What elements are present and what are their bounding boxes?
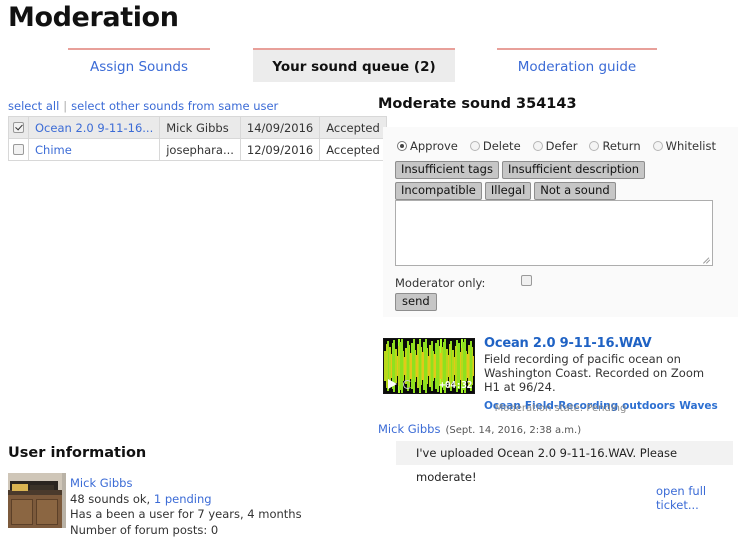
row-date: 12/09/2016 (239, 138, 321, 161)
sound-title-link[interactable]: Ocean 2.0 9-11-16.WAV (484, 336, 734, 351)
row-checkbox-cell[interactable] (8, 116, 29, 139)
tab-assign-sounds[interactable]: Assign Sounds (68, 48, 210, 82)
row-user: Mick Gibbs (159, 116, 241, 139)
radio-defer-label: Defer (545, 139, 578, 153)
duration-label: +04:32 (439, 380, 472, 391)
send-button[interactable]: send (395, 293, 437, 311)
page-title: Moderation (8, 2, 179, 33)
reason-incompatible-button[interactable]: Incompatible (395, 182, 482, 200)
radio-whitelist-label: Whitelist (665, 139, 716, 153)
ticket-message: I've uploaded Ocean 2.0 9-11-16.WAV. Ple… (396, 441, 733, 484)
row-checkbox[interactable] (13, 143, 24, 155)
radio-delete-input[interactable] (469, 141, 480, 151)
radio-approve-input[interactable] (397, 141, 407, 151)
radio-return-label: Return (602, 139, 641, 153)
row-state: Accepted (319, 116, 387, 139)
moderator-only-row: Moderator only: (395, 275, 532, 290)
link-separator: | (63, 99, 68, 113)
ticket-author-row: Mick Gibbs (Sept. 14, 2016, 2:38 a.m.) (378, 422, 581, 436)
spectrogram-player[interactable]: +04:32 (383, 338, 475, 394)
row-checkbox-cell[interactable] (8, 138, 29, 161)
radio-delete[interactable]: Delete (469, 139, 521, 153)
moderation-state-text: Moderation state: Pending (494, 403, 627, 414)
row-state: Accepted (319, 138, 387, 161)
avatar[interactable] (8, 473, 66, 528)
row-sound-name-link[interactable]: Ocean 2.0 9-11-16... (35, 121, 153, 135)
select-same-user-link[interactable]: select other sounds from same user (71, 99, 278, 113)
radio-whitelist[interactable]: Whitelist (652, 139, 716, 153)
radio-delete-label: Delete (482, 139, 521, 153)
reason-not-a-sound-button[interactable]: Not a sound (534, 182, 616, 200)
sound-description: Field recording of pacific ocean on Wash… (484, 352, 705, 394)
resize-handle-icon[interactable] (702, 255, 711, 264)
row-sound-name-cell[interactable]: Chime (27, 138, 161, 161)
select-all-link[interactable]: select all (8, 99, 59, 113)
radio-defer[interactable]: Defer (532, 139, 578, 153)
row-date: 14/09/2016 (239, 116, 321, 139)
moderate-sound-heading: Moderate sound 354143 (378, 96, 577, 112)
moderation-action-radios: Approve Delete Defer Return Whitelist (397, 139, 728, 153)
user-forum-posts: Number of forum posts: 0 (70, 522, 219, 537)
row-checkbox[interactable] (13, 121, 24, 133)
radio-defer-input[interactable] (532, 141, 543, 151)
table-row[interactable]: Chime josephara... 12/09/2016 Accepted (8, 138, 387, 161)
radio-return-input[interactable] (589, 141, 600, 151)
sound-metadata: Ocean 2.0 9-11-16.WAV Field recording of… (484, 336, 734, 412)
tab-your-sound-queue[interactable]: Your sound queue (2) (253, 48, 455, 82)
user-information-lines: Mick Gibbs 48 sounds ok, 1 pending Has a… (70, 476, 302, 538)
ticket-timestamp: (Sept. 14, 2016, 2:38 a.m.) (445, 425, 582, 436)
moderation-page: Moderation Assign Sounds Your sound queu… (0, 0, 750, 546)
row-sound-name-cell[interactable]: Ocean 2.0 9-11-16... (27, 116, 161, 139)
reason-illegal-button[interactable]: Illegal (484, 182, 532, 200)
tab-moderation-guide[interactable]: Moderation guide (497, 48, 657, 82)
sound-queue-table: Ocean 2.0 9-11-16... Mick Gibbs 14/09/20… (8, 116, 387, 161)
loop-icon[interactable] (403, 380, 412, 389)
radio-approve[interactable]: Approve (397, 139, 458, 153)
moderation-form: Approve Delete Defer Return Whitelist Insuff… (383, 127, 738, 317)
radio-whitelist-input[interactable] (652, 141, 663, 151)
moderator-only-label: Moderator only: (395, 276, 486, 290)
user-member-duration: Has a been a user for 7 years, 4 months (70, 507, 302, 521)
table-row[interactable]: Ocean 2.0 9-11-16... Mick Gibbs 14/09/20… (8, 116, 387, 139)
user-sounds-ok: 48 sounds ok, (70, 491, 151, 506)
tab-bar: Assign Sounds Your sound queue (2) Moder… (0, 48, 750, 84)
ticket-author-link[interactable]: Mick Gibbs (378, 422, 440, 436)
user-information-heading: User information (8, 445, 147, 461)
reason-button-group: Insufficient tags Insufficient descriptio… (395, 161, 725, 203)
radio-approve-label: Approve (410, 139, 458, 153)
reason-insufficient-description-button[interactable]: Insufficient description (501, 161, 646, 179)
radio-return[interactable]: Return (589, 139, 641, 153)
user-pending-link[interactable]: 1 pending (154, 492, 212, 506)
selection-links: select all | select other sounds from same… (8, 99, 278, 113)
comment-textarea[interactable] (395, 200, 713, 266)
play-icon[interactable] (388, 379, 397, 389)
reason-insufficient-tags-button[interactable]: Insufficient tags (395, 161, 499, 179)
open-full-ticket-link[interactable]: open full ticket... (656, 484, 750, 512)
row-sound-name-link[interactable]: Chime (35, 143, 72, 157)
row-user: josephara... (159, 138, 241, 161)
user-profile-link[interactable]: Mick Gibbs (70, 476, 132, 490)
moderator-only-checkbox[interactable] (521, 275, 532, 286)
comment-area-wrapper (395, 200, 713, 266)
